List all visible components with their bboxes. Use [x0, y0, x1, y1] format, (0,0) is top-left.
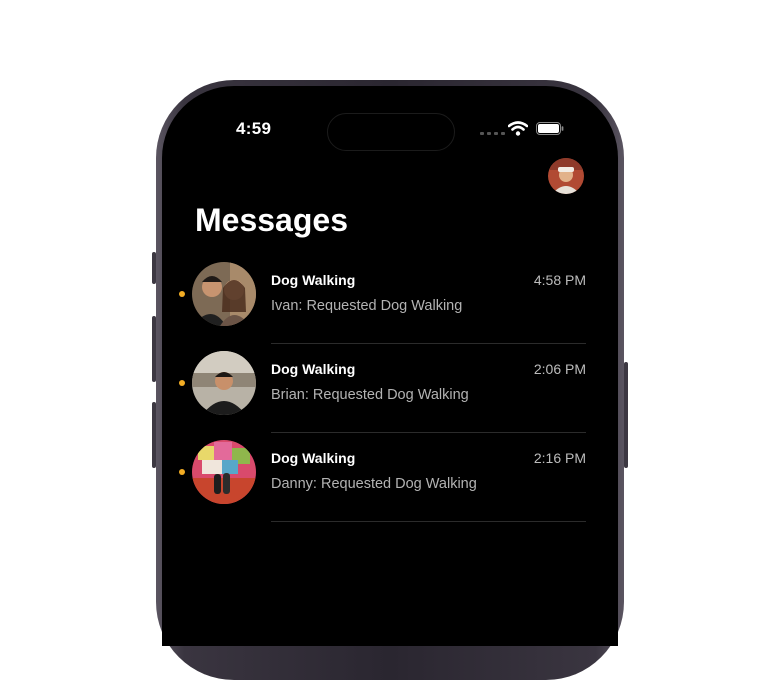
dynamic-island — [327, 113, 455, 151]
status-time: 4:59 — [236, 119, 272, 138]
unread-indicator — [179, 469, 185, 475]
profile-avatar[interactable] — [548, 158, 584, 194]
conversation-time: 4:58 PM — [533, 272, 586, 288]
contact-avatar — [192, 262, 256, 326]
screen: 4:59 Messages Dog Walking 4:58 PM Ivan: … — [162, 86, 618, 646]
contact-avatar — [192, 351, 256, 415]
contact-avatar — [192, 440, 256, 504]
conversation-title: Dog Walking — [271, 361, 356, 377]
conversation-time: 2:16 PM — [533, 450, 586, 466]
conversation-row[interactable]: Dog Walking 2:16 PM Danny: Requested Dog… — [162, 437, 618, 526]
wifi-icon — [508, 121, 528, 136]
row-divider — [271, 432, 586, 433]
volume-down-button — [152, 402, 156, 468]
conversation-time: 2:06 PM — [533, 361, 586, 377]
conversation-row[interactable]: Dog Walking 4:58 PM Ivan: Requested Dog … — [162, 259, 618, 348]
action-button — [152, 252, 156, 284]
conversation-title: Dog Walking — [271, 450, 356, 466]
row-divider — [271, 521, 586, 522]
unread-indicator — [179, 291, 185, 297]
cellular-signal-icon — [480, 132, 505, 135]
conversation-row[interactable]: Dog Walking 2:06 PM Brian: Requested Dog… — [162, 348, 618, 437]
conversation-preview: Brian: Requested Dog Walking — [271, 387, 469, 403]
volume-up-button — [152, 316, 156, 382]
battery-icon — [536, 122, 564, 135]
power-button — [624, 362, 628, 468]
unread-indicator — [179, 380, 185, 386]
conversation-preview: Danny: Requested Dog Walking — [271, 476, 477, 492]
conversation-title: Dog Walking — [271, 272, 356, 288]
page-title: Messages — [195, 202, 348, 238]
conversation-preview: Ivan: Requested Dog Walking — [271, 298, 463, 314]
row-divider — [271, 343, 586, 344]
